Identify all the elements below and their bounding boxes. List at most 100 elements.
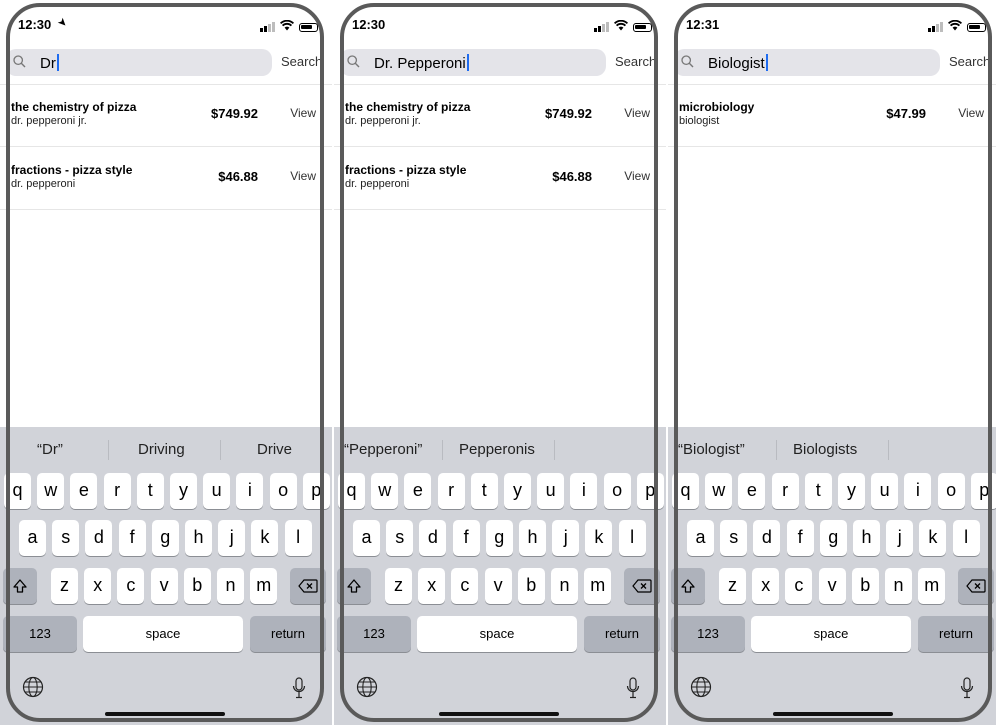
home-indicator[interactable] [105, 712, 225, 716]
key-d[interactable]: d [753, 520, 781, 556]
key-x[interactable]: x [752, 568, 780, 604]
delete-key[interactable] [624, 568, 660, 604]
key-n[interactable]: n [551, 568, 578, 604]
space-bar[interactable]: space [751, 616, 911, 652]
key-n[interactable]: n [217, 568, 244, 604]
key-a[interactable]: a [687, 520, 714, 556]
shift-key[interactable] [337, 568, 371, 604]
key-m[interactable]: m [584, 568, 612, 604]
key-b[interactable]: b [851, 568, 879, 604]
key-i[interactable]: i [570, 473, 598, 509]
globe-icon[interactable] [22, 676, 44, 698]
key-r[interactable]: r [437, 473, 465, 509]
key-q[interactable]: q [338, 473, 365, 509]
key-s[interactable]: s [386, 520, 414, 556]
key-v[interactable]: v [818, 568, 846, 604]
key-b[interactable]: b [183, 568, 211, 604]
microphone-icon[interactable] [960, 677, 974, 699]
key-c[interactable]: c [785, 568, 813, 604]
key-c[interactable]: c [117, 568, 145, 604]
key-q[interactable]: q [4, 473, 31, 509]
key-t[interactable]: t [136, 473, 164, 509]
key-l[interactable]: l [618, 520, 646, 556]
key-z[interactable]: z [719, 568, 746, 604]
view-button[interactable]: View [290, 106, 316, 120]
microphone-icon[interactable] [292, 677, 306, 699]
key-w[interactable]: w [705, 473, 733, 509]
view-button[interactable]: View [624, 106, 650, 120]
key-s[interactable]: s [720, 520, 748, 556]
key-a[interactable]: a [19, 520, 46, 556]
key-o[interactable]: o [937, 473, 965, 509]
microphone-icon[interactable] [626, 677, 640, 699]
key-d[interactable]: d [85, 520, 113, 556]
key-f[interactable]: f [452, 520, 480, 556]
return-key[interactable]: return [584, 616, 660, 652]
key-x[interactable]: x [84, 568, 112, 604]
key-r[interactable]: r [771, 473, 799, 509]
suggestion-1[interactable]: “Dr” [37, 441, 63, 458]
key-h[interactable]: h [185, 520, 212, 556]
key-l[interactable]: l [952, 520, 980, 556]
search-input[interactable]: Dr. Pepperoni [340, 49, 606, 76]
key-j[interactable]: j [552, 520, 580, 556]
key-p[interactable]: p [970, 473, 996, 509]
view-button[interactable]: View [624, 169, 650, 183]
key-p[interactable]: p [636, 473, 664, 509]
key-y[interactable]: y [504, 473, 531, 509]
return-key[interactable]: return [918, 616, 994, 652]
key-e[interactable]: e [70, 473, 98, 509]
key-m[interactable]: m [250, 568, 278, 604]
view-button[interactable]: View [958, 106, 984, 120]
suggestion-1[interactable]: “Biologist” [678, 441, 745, 458]
key-f[interactable]: f [786, 520, 814, 556]
key-o[interactable]: o [603, 473, 631, 509]
home-indicator[interactable] [773, 712, 893, 716]
search-input[interactable]: Dr [6, 49, 272, 76]
key-e[interactable]: e [738, 473, 766, 509]
suggestion-1[interactable]: “Pepperoni” [344, 441, 422, 458]
suggestion-3[interactable]: Drive [257, 441, 292, 458]
key-x[interactable]: x [418, 568, 446, 604]
key-s[interactable]: s [52, 520, 80, 556]
key-a[interactable]: a [353, 520, 380, 556]
key-d[interactable]: d [419, 520, 447, 556]
key-m[interactable]: m [918, 568, 946, 604]
key-k[interactable]: k [585, 520, 613, 556]
key-l[interactable]: l [284, 520, 312, 556]
suggestion-2[interactable]: Biologists [793, 441, 857, 458]
key-k[interactable]: k [919, 520, 947, 556]
key-o[interactable]: o [269, 473, 297, 509]
numbers-key[interactable]: 123 [671, 616, 745, 652]
key-u[interactable]: u [871, 473, 899, 509]
home-indicator[interactable] [439, 712, 559, 716]
view-button[interactable]: View [290, 169, 316, 183]
search-input[interactable]: Biologist [674, 49, 940, 76]
search-button[interactable]: Search [949, 54, 990, 69]
key-j[interactable]: j [218, 520, 246, 556]
delete-key[interactable] [290, 568, 326, 604]
globe-icon[interactable] [356, 676, 378, 698]
numbers-key[interactable]: 123 [337, 616, 411, 652]
key-j[interactable]: j [886, 520, 914, 556]
shift-key[interactable] [671, 568, 705, 604]
key-z[interactable]: z [385, 568, 412, 604]
key-b[interactable]: b [517, 568, 545, 604]
key-v[interactable]: v [484, 568, 512, 604]
key-i[interactable]: i [236, 473, 264, 509]
key-u[interactable]: u [537, 473, 565, 509]
return-key[interactable]: return [250, 616, 326, 652]
key-c[interactable]: c [451, 568, 479, 604]
space-bar[interactable]: space [417, 616, 577, 652]
key-h[interactable]: h [853, 520, 880, 556]
key-v[interactable]: v [150, 568, 178, 604]
numbers-key[interactable]: 123 [3, 616, 77, 652]
key-y[interactable]: y [838, 473, 865, 509]
key-n[interactable]: n [885, 568, 912, 604]
key-w[interactable]: w [371, 473, 399, 509]
key-i[interactable]: i [904, 473, 932, 509]
suggestion-2[interactable]: Driving [138, 441, 185, 458]
key-z[interactable]: z [51, 568, 78, 604]
key-k[interactable]: k [251, 520, 279, 556]
key-h[interactable]: h [519, 520, 546, 556]
